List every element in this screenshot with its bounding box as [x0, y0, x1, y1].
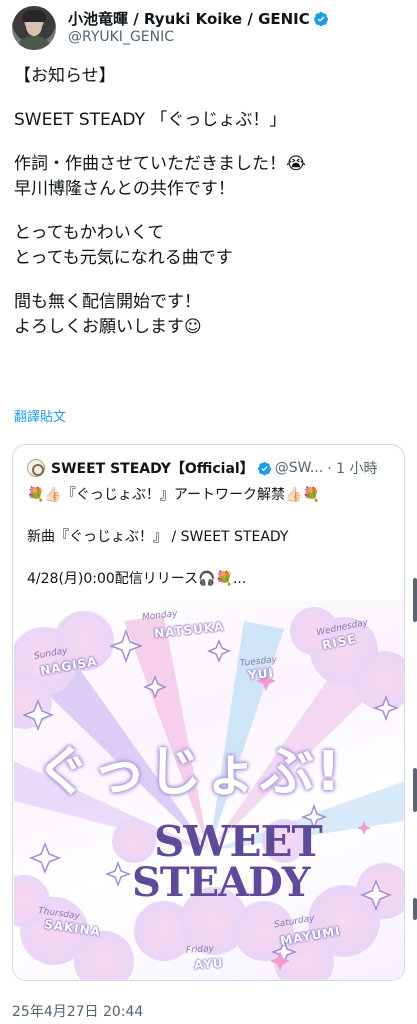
tweet-line: 【お知らせ】 [14, 66, 116, 86]
author-handle[interactable]: @RYUKI_GENIC [68, 29, 174, 45]
tweet-line: 早川博隆さんとの共作です！ [14, 179, 235, 199]
quoted-avatar [27, 459, 45, 477]
scrollbar-thumb[interactable] [413, 898, 417, 920]
scrollbar-thumb[interactable] [413, 768, 417, 812]
verified-badge-icon [313, 11, 328, 26]
tweet-line: SWEET STEADY 「ぐっじょぶ！」 [14, 110, 287, 130]
quoted-handle: @SW... [274, 460, 324, 476]
author-avatar[interactable] [12, 6, 56, 50]
tweet-line: 作詞・作曲させていただきました！😭 [14, 154, 306, 174]
tweet-text: 【お知らせ】 SWEET STEADY 「ぐっじょぶ！」 作詞・作曲させていただ… [14, 64, 406, 340]
quoted-header: SWEET STEADY【Official】 @SW... · 1 小時 [27, 457, 377, 479]
member-name: AYU [193, 955, 225, 973]
translate-post-link[interactable]: 翻譯貼文 [14, 406, 66, 425]
verified-badge-icon [257, 461, 271, 475]
member-day: Friday [185, 944, 215, 956]
artwork-image[interactable]: ぐっじょぶ! SWEET STEADY Sunday NAGISA Monday… [14, 601, 404, 980]
artwork-logo-line2: STEADY [132, 859, 310, 906]
quoted-time: · 1 小時 [327, 461, 378, 477]
quoted-line: 新曲『ぐっじょぶ！』 / SWEET STEADY [27, 529, 289, 545]
quoted-tweet[interactable]: SWEET STEADY【Official】 @SW... · 1 小時 💐👍🏻… [12, 444, 405, 981]
quoted-line: 4/28(月)0:00配信リリース🎧💐... [27, 571, 247, 587]
scrollbar-thumb[interactable] [413, 578, 417, 622]
tweet-line: とっても元気になれる曲です [14, 248, 233, 268]
member-name: YUI [247, 665, 275, 683]
tweet-header: 小池竜暉 / Ryuki Koike / GENIC @RYUKI_GENIC [12, 6, 412, 50]
tweet-line: 間も無く配信開始です！ [14, 292, 201, 312]
tweet-line: よろしくお願いします☺ [14, 317, 202, 337]
tweet-timestamp[interactable]: 25年4月27日 20:44 [12, 1001, 143, 1021]
quoted-name: SWEET STEADY【Official】 [51, 461, 254, 477]
tweet-line: とってもかわいくて [14, 223, 165, 243]
author-display-name[interactable]: 小池竜暉 / Ryuki Koike / GENIC [68, 8, 310, 29]
author-name-row: 小池竜暉 / Ryuki Koike / GENIC [68, 8, 329, 29]
artwork-title: ぐっじょぶ! [36, 740, 343, 803]
quoted-text: 💐👍🏻『ぐっじょぶ！』アートワーク解禁👍🏻💐 新曲『ぐっじょぶ！』 / SWEE… [27, 485, 320, 589]
quoted-line: 💐👍🏻『ぐっじょぶ！』アートワーク解禁👍🏻💐 [27, 487, 320, 503]
